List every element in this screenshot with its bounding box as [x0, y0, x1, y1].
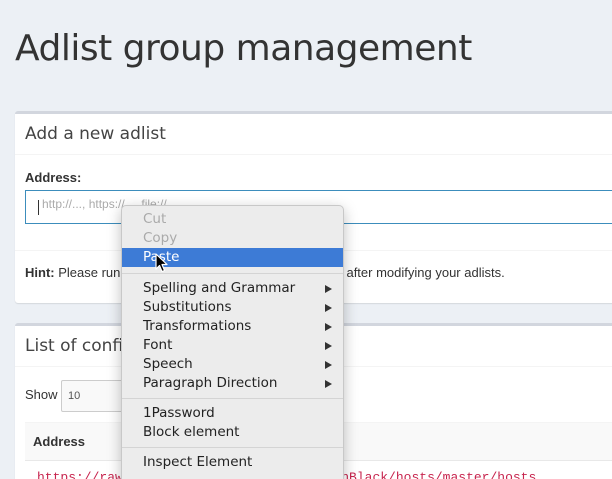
mouse-pointer-icon	[155, 253, 168, 273]
context-menu: Cut Copy Paste Spelling and Grammar Subs…	[121, 205, 344, 479]
menu-item-paragraph-direction[interactable]: Paragraph Direction	[122, 374, 343, 393]
menu-label: Font	[143, 337, 173, 353]
menu-item-spelling-grammar[interactable]: Spelling and Grammar	[122, 279, 343, 298]
chevron-right-icon	[325, 323, 332, 331]
menu-label: Substitutions	[143, 299, 232, 315]
menu-label: Transformations	[143, 318, 252, 334]
page-title: Adlist group management	[15, 28, 472, 69]
menu-item-1password[interactable]: 1Password	[122, 404, 343, 423]
address-label: Address:	[25, 170, 82, 185]
chevron-right-icon	[325, 342, 332, 350]
menu-separator	[122, 398, 343, 399]
menu-item-transformations[interactable]: Transformations	[122, 317, 343, 336]
show-label: Show	[25, 387, 58, 402]
menu-item-speech[interactable]: Speech	[122, 355, 343, 374]
menu-label: Paragraph Direction	[143, 375, 278, 391]
menu-item-font[interactable]: Font	[122, 336, 343, 355]
menu-separator	[122, 447, 343, 448]
add-adlist-header: Add a new adlist	[15, 114, 612, 155]
menu-item-inspect-element[interactable]: Inspect Element	[122, 453, 343, 472]
menu-item-block-element[interactable]: Block element	[122, 423, 343, 442]
hint-label: Hint:	[25, 265, 55, 280]
chevron-right-icon	[325, 285, 332, 293]
menu-label: Spelling and Grammar	[143, 280, 296, 296]
hint-suffix: after modifying your adlists.	[346, 265, 505, 280]
menu-item-cut: Cut	[143, 211, 167, 227]
menu-item-copy: Copy	[143, 230, 178, 246]
menu-label: Speech	[143, 356, 193, 372]
chevron-right-icon	[325, 361, 332, 369]
chevron-right-icon	[325, 304, 332, 312]
menu-item-substitutions[interactable]: Substitutions	[122, 298, 343, 317]
chevron-right-icon	[325, 380, 332, 388]
hint-prefix: Please run	[58, 265, 121, 280]
menu-separator	[122, 273, 343, 274]
